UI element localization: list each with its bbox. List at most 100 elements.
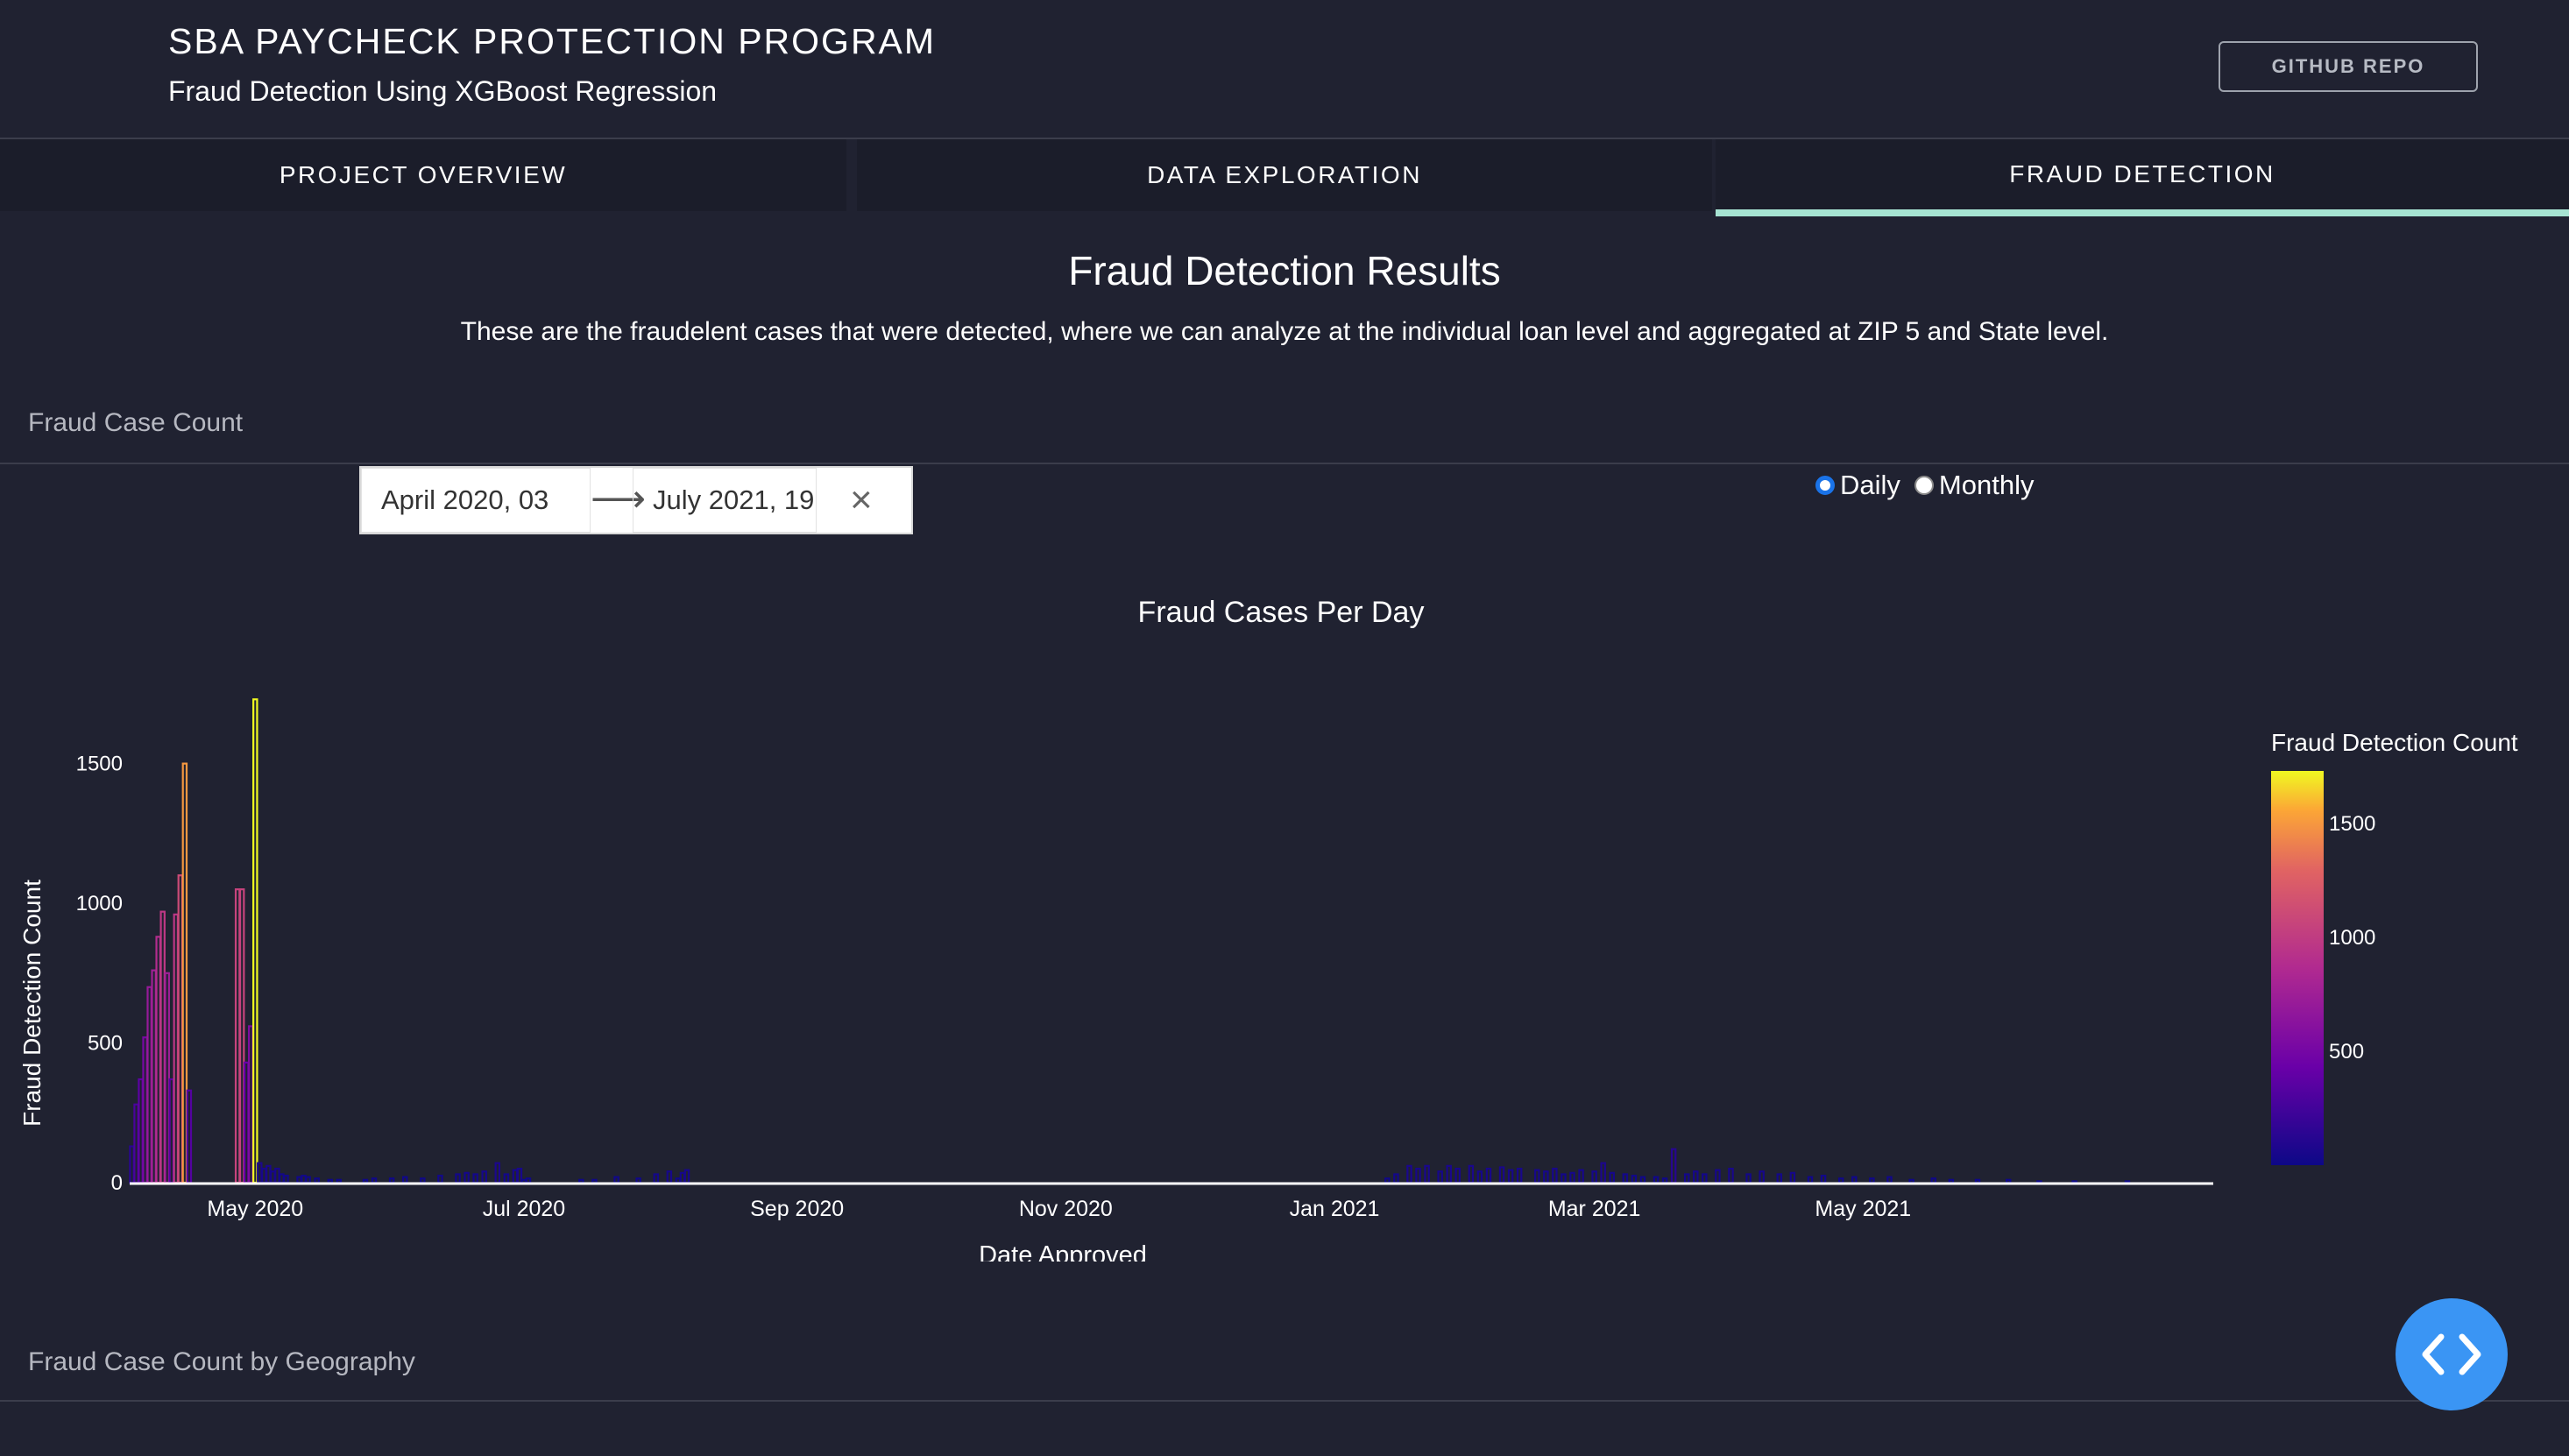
bar — [516, 1167, 523, 1184]
bar — [261, 1167, 267, 1184]
bar — [146, 986, 152, 1184]
bar — [301, 1174, 307, 1184]
bar — [305, 1176, 311, 1184]
bar — [1437, 1170, 1443, 1184]
bar — [683, 1169, 690, 1184]
bar — [1661, 1177, 1668, 1184]
bar — [1569, 1171, 1575, 1184]
bar — [314, 1177, 320, 1184]
bar — [155, 936, 161, 1184]
bar — [1476, 1170, 1483, 1184]
tab-data-exploration[interactable]: DATA EXPLORATION — [857, 139, 1712, 211]
start-date-input[interactable]: April 2020, 03 — [361, 468, 591, 533]
granularity-radio-group: Daily Monthly — [1815, 470, 2048, 501]
bar — [666, 1170, 673, 1184]
fraud-geo-label: Fraud Case Count by Geography — [28, 1347, 415, 1376]
y-axis-label: Fraud Detection Count — [18, 880, 46, 1127]
x-tick-label: Jan 2021 — [1290, 1197, 1380, 1221]
daily-radio[interactable] — [1815, 476, 1835, 495]
bar — [1759, 1170, 1765, 1184]
bar — [1446, 1164, 1452, 1184]
close-icon[interactable]: × — [850, 478, 873, 522]
x-axis-label: Date Approved — [979, 1241, 1147, 1262]
x-tick-label: May 2021 — [1815, 1197, 1911, 1221]
bar — [1930, 1177, 1936, 1184]
daily-radio-label[interactable]: Daily — [1840, 470, 1900, 501]
bar — [181, 762, 188, 1184]
y-tick-label: 1000 — [76, 892, 123, 915]
bar — [525, 1177, 532, 1184]
bar — [1702, 1173, 1708, 1184]
bar — [173, 913, 180, 1184]
x-tick-label: Mar 2021 — [1548, 1197, 1641, 1221]
code-icon — [2422, 1333, 2481, 1375]
bar — [1683, 1173, 1690, 1184]
y-tick-label: 500 — [88, 1032, 123, 1056]
fraud-cases-chart[interactable]: Fraud Cases Per Day 0 500 1000 1500 Fraud Det… — [0, 578, 2569, 1262]
end-date-input[interactable]: July 2021, 19 — [633, 468, 817, 533]
bar — [1728, 1167, 1734, 1184]
bar — [455, 1173, 461, 1184]
x-tick-label: Nov 2020 — [1019, 1197, 1113, 1221]
bar — [635, 1177, 641, 1184]
bar — [1776, 1173, 1783, 1184]
github-repo-button[interactable]: GITHUB REPO — [2219, 41, 2478, 92]
app-header: SBA PAYCHECK PROTECTION PROGRAM Fraud De… — [0, 0, 2569, 138]
tab-fraud-detection[interactable]: FRAUD DETECTION — [1716, 139, 2569, 216]
bar — [1693, 1170, 1699, 1184]
results-title: Fraud Detection Results — [1068, 248, 1501, 293]
bar — [653, 1173, 660, 1184]
tab-project-overview[interactable]: PROJECT OVERVIEW — [0, 139, 846, 211]
bar — [164, 972, 170, 1184]
bar — [512, 1169, 519, 1184]
chart-title: Fraud Cases Per Day — [1138, 596, 1425, 629]
x-tick-label: Jul 2020 — [483, 1197, 566, 1221]
bar — [613, 1176, 619, 1184]
date-range-picker: April 2020, 03 ⟶ July 2021, 19 × — [359, 466, 913, 534]
bar — [279, 1173, 285, 1184]
bar — [1745, 1173, 1752, 1184]
bar — [186, 1089, 193, 1184]
colorbar-tick-label: 500 — [2329, 1040, 2364, 1064]
bar — [142, 1036, 148, 1184]
bar — [494, 1162, 501, 1184]
bar — [1869, 1177, 1875, 1184]
bar — [503, 1173, 510, 1184]
bar — [1534, 1169, 1540, 1184]
bar — [234, 888, 241, 1184]
bar — [1639, 1176, 1646, 1184]
panel-divider — [0, 1400, 2569, 1402]
bar — [1631, 1174, 1638, 1184]
bar — [1561, 1173, 1567, 1184]
bar — [1415, 1167, 1421, 1184]
x-tick-label: May 2020 — [207, 1197, 303, 1221]
monthly-radio[interactable] — [1914, 476, 1934, 495]
bar — [159, 910, 166, 1184]
colorbar — [2271, 771, 2324, 1165]
bar — [1609, 1171, 1615, 1184]
bar — [1820, 1174, 1827, 1184]
bar — [248, 1025, 254, 1184]
bar — [168, 1078, 174, 1184]
bar — [138, 1078, 144, 1184]
bar — [238, 888, 245, 1184]
monthly-radio-label[interactable]: Monthly — [1939, 470, 2035, 501]
colorbar-tick-label: 1500 — [2329, 812, 2375, 836]
bar — [401, 1176, 408, 1184]
bar — [1498, 1166, 1505, 1184]
bar — [1653, 1176, 1660, 1184]
code-toggle-button[interactable] — [2396, 1298, 2508, 1410]
bar — [1886, 1176, 1893, 1184]
results-description: These are the fraudelent cases that were… — [460, 317, 2109, 346]
bar — [420, 1177, 426, 1184]
bar — [675, 1177, 682, 1184]
bar — [388, 1177, 395, 1184]
y-tick-label: 1500 — [76, 753, 123, 776]
bar — [1837, 1177, 1844, 1184]
bar — [1552, 1167, 1558, 1184]
bar — [1468, 1164, 1475, 1184]
bar — [464, 1171, 470, 1184]
bar — [472, 1173, 478, 1184]
bar — [283, 1174, 289, 1184]
app-title: SBA PAYCHECK PROTECTION PROGRAM — [168, 21, 937, 61]
